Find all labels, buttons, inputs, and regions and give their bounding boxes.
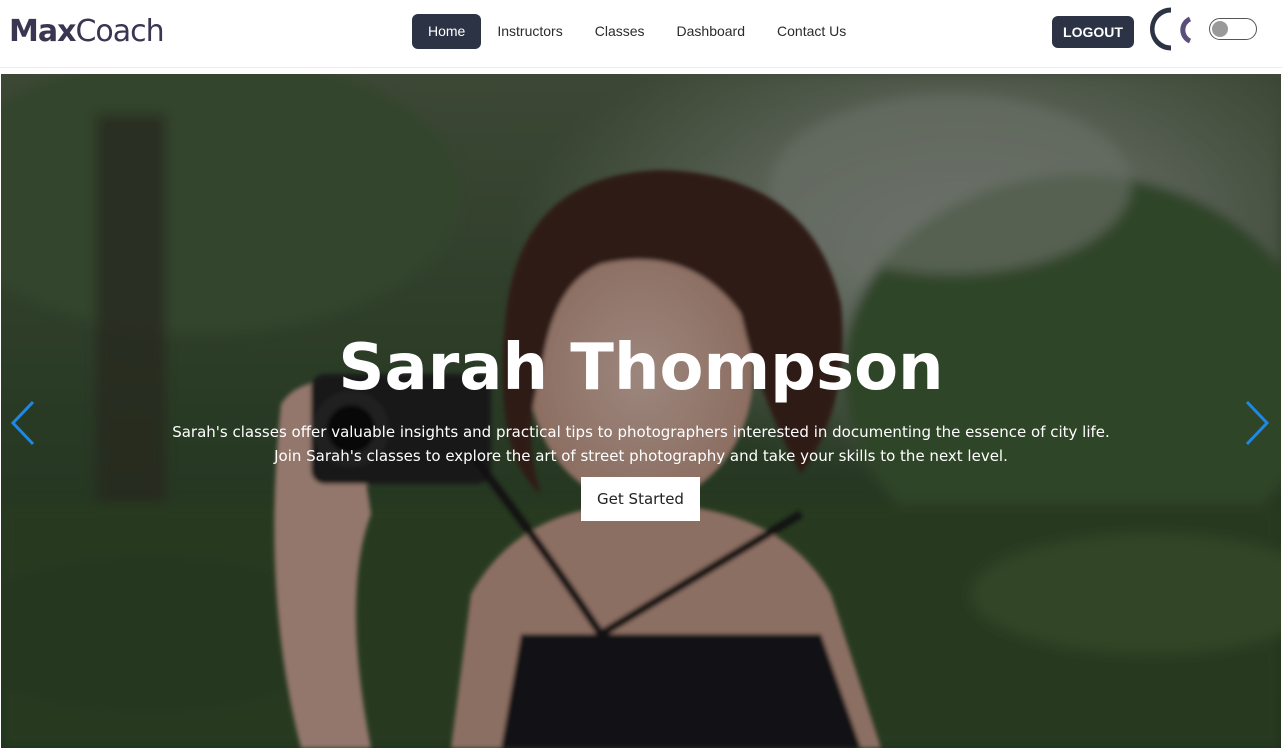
brand-logo-part2: Coach xyxy=(75,14,164,49)
brand-logo[interactable]: MaxCoach xyxy=(9,14,165,50)
nav-item-instructors[interactable]: Instructors xyxy=(481,14,578,49)
nav-item-home[interactable]: Home xyxy=(412,14,482,49)
hero-carousel: Sarah Thompson Sarah's classes offer val… xyxy=(1,74,1281,748)
theme-toggle[interactable] xyxy=(1209,18,1257,40)
hero-description: Sarah's classes offer valuable insights … xyxy=(1,420,1281,468)
top-navbar: MaxCoach Home Instructors Classes Dashbo… xyxy=(0,0,1282,68)
nav-item-contact-us[interactable]: Contact Us xyxy=(761,14,862,49)
brand-logo-part1: Max xyxy=(9,14,76,49)
carousel-prev-button[interactable] xyxy=(9,400,39,446)
logout-button[interactable]: LOGOUT xyxy=(1052,16,1134,48)
chevron-left-icon xyxy=(10,400,35,446)
user-avatar-icon[interactable] xyxy=(1150,6,1196,52)
theme-toggle-knob xyxy=(1212,21,1228,37)
hero-description-line2: Join Sarah's classes to explore the art … xyxy=(274,447,1008,465)
main-nav: Home Instructors Classes Dashboard Conta… xyxy=(412,14,862,49)
nav-item-classes[interactable]: Classes xyxy=(579,14,661,49)
get-started-button[interactable]: Get Started xyxy=(581,477,700,521)
chevron-right-icon xyxy=(1245,400,1270,446)
hero-overlay xyxy=(1,74,1281,748)
hero-title: Sarah Thompson xyxy=(338,331,944,405)
carousel-next-button[interactable] xyxy=(1241,400,1271,446)
hero-description-line1: Sarah's classes offer valuable insights … xyxy=(172,423,1110,441)
nav-item-dashboard[interactable]: Dashboard xyxy=(661,14,762,49)
